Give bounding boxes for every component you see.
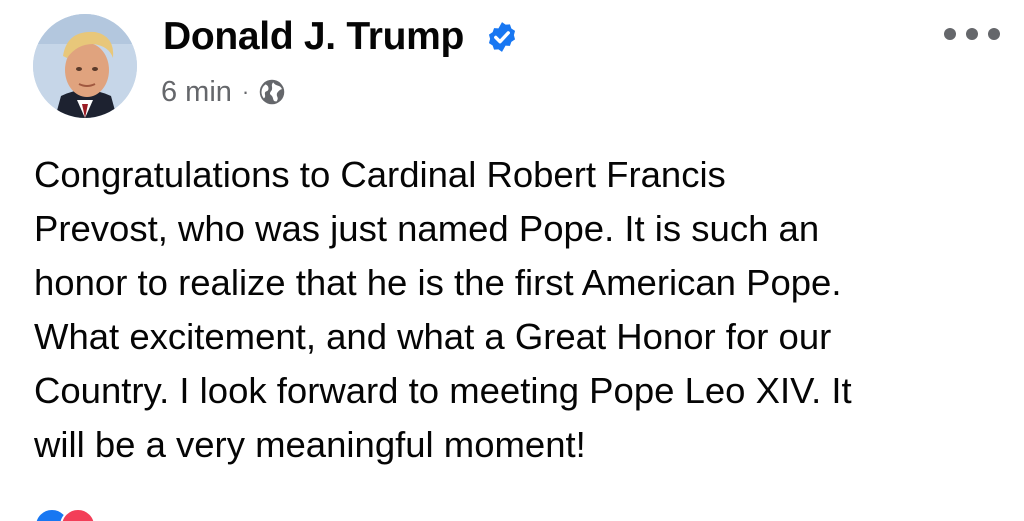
post-meta: 6 min ·: [161, 74, 286, 110]
post-text-line: Prevost, who was just named Pope. It is …: [34, 208, 820, 249]
author-name[interactable]: Donald J. Trump: [163, 14, 464, 60]
reactions-bar: [34, 508, 994, 521]
post-text-line: will be a very meaningful moment!: [34, 424, 586, 465]
post-text-line: honor to realize that he is the first Am…: [34, 262, 842, 303]
more-options-button[interactable]: [944, 20, 1000, 48]
more-options-icon: [944, 28, 956, 40]
post-text-line: What excitement, and what a Great Honor …: [34, 316, 832, 357]
post-text-line: Country. I look forward to meeting Pope …: [34, 370, 852, 411]
avatar[interactable]: [33, 14, 137, 118]
post-timestamp[interactable]: 6 min: [161, 76, 232, 109]
love-reaction-icon[interactable]: [60, 508, 96, 521]
post-text: Congratulations to Cardinal Robert Franc…: [34, 148, 1009, 472]
globe-icon[interactable]: [258, 78, 286, 106]
meta-separator: ·: [241, 79, 250, 104]
post-text-line: Congratulations to Cardinal Robert Franc…: [34, 154, 726, 195]
profile-photo: [33, 14, 137, 118]
verified-badge-icon: [488, 22, 516, 52]
facebook-post: Donald J. Trump 6 min · Congratulations …: [0, 0, 1024, 521]
